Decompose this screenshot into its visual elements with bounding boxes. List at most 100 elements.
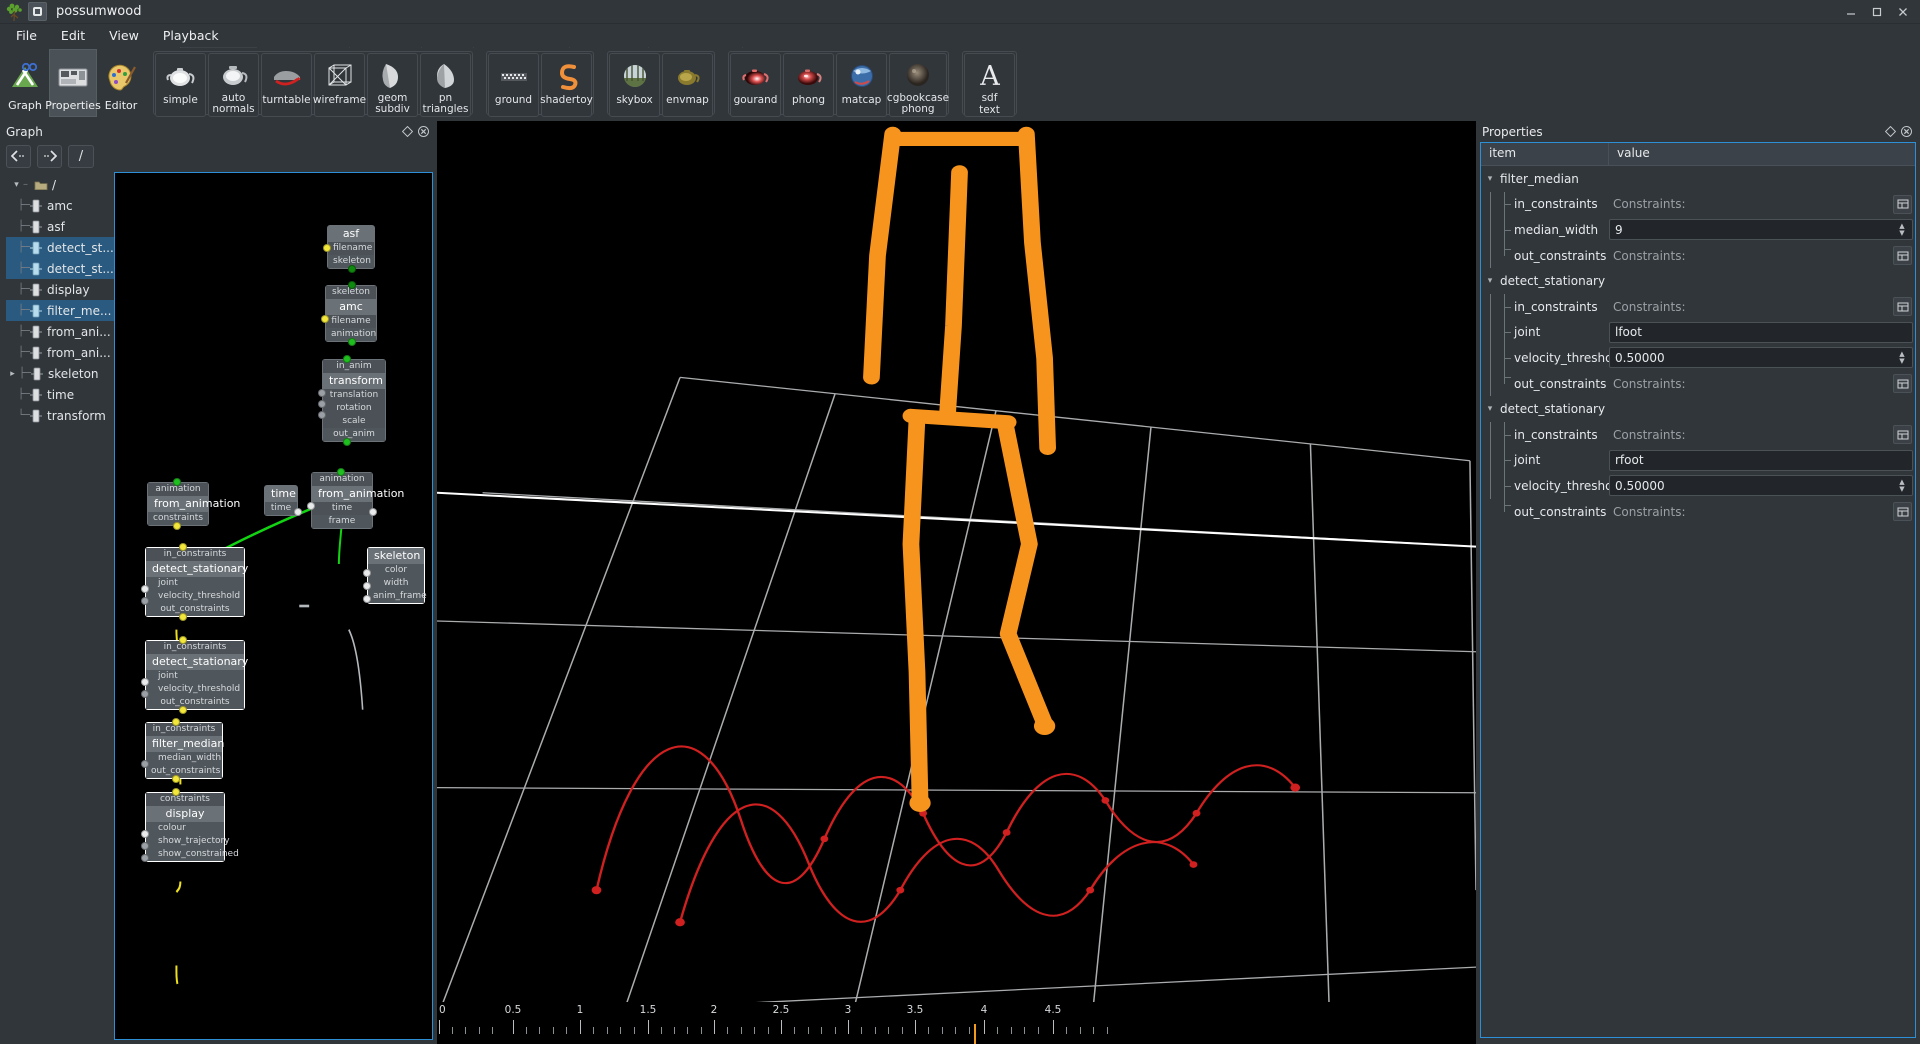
port-rotation-in[interactable] (318, 400, 326, 408)
edit-constraints-button[interactable] (1893, 297, 1912, 317)
graph-node-time[interactable]: time time (264, 485, 302, 516)
tree-item-amc[interactable]: ├─ amc (6, 195, 114, 216)
graph-node-from-animation-2[interactable]: animation from_animation time frame (307, 468, 404, 529)
column-header-item[interactable]: item (1481, 143, 1609, 165)
port-filename-in[interactable] (323, 244, 331, 252)
arrow-back-icon[interactable] (6, 144, 31, 168)
prop-joint-input[interactable]: rfoot (1609, 449, 1913, 471)
edit-constraints-button[interactable] (1893, 374, 1912, 394)
chevron-down-icon[interactable]: ▾ (1483, 174, 1497, 184)
tree-item-transform[interactable]: └─ transform (6, 405, 114, 426)
tree-root[interactable]: ▾ – / (6, 174, 114, 195)
tool-auto-normals[interactable]: auto normals (208, 53, 259, 117)
3d-viewport[interactable]: 0 0.5 1 1.5 2 2.5 3 3.5 4 4.5 (437, 121, 1476, 1044)
port-animation-out[interactable] (348, 338, 356, 346)
port-velocity-threshold-in[interactable] (141, 690, 149, 698)
mode-button-properties[interactable]: Properties (45, 49, 101, 117)
tree-item-skeleton[interactable]: ▸ ├─ skeleton (6, 363, 114, 384)
graph-port-filename[interactable]: filename (326, 315, 376, 328)
tool-gourand[interactable]: gourand (730, 53, 781, 117)
port-out-constraints[interactable] (179, 706, 187, 714)
tree-item-from-animation-1[interactable]: ├─ from_ani... (6, 321, 114, 342)
tree-item-filter-median[interactable]: ├─ filter_me... (6, 300, 114, 321)
port-out-constraints[interactable] (172, 775, 180, 783)
node-graph-canvas[interactable]: asf filename skeleton skeleton amc filen… (114, 172, 433, 1040)
graph-port-out-constraints[interactable]: out_constraints (146, 765, 222, 778)
chevron-right-icon[interactable]: ▸ (6, 369, 19, 379)
spinner-icon[interactable]: ▲ ▼ (1897, 350, 1907, 365)
graph-node-filter-median[interactable]: in_constraints filter_median median_widt… (141, 718, 224, 783)
graph-node-detect-stationary-2[interactable]: in_constraints detect_stationary joint v… (141, 636, 248, 714)
port-show-trajectory-in[interactable] (141, 842, 149, 850)
timeline-playhead[interactable] (974, 1024, 976, 1044)
spinner-icon[interactable]: ▲ ▼ (1897, 478, 1907, 493)
menu-view[interactable]: View (97, 24, 151, 47)
graph-port-in-constraints[interactable]: in_constraints (146, 548, 244, 561)
port-in-constraints[interactable] (172, 718, 180, 726)
port-time-out[interactable] (294, 508, 302, 516)
prop-velocity-threshold-input[interactable]: 0.50000 ▲ ▼ (1609, 347, 1913, 369)
graph-port-translation[interactable]: translation (323, 389, 385, 402)
spinner-icon[interactable]: ▲ ▼ (1897, 222, 1907, 237)
port-animation-in[interactable] (173, 478, 181, 486)
graph-port-velocity-threshold[interactable]: velocity_threshold (146, 590, 244, 603)
tool-phong[interactable]: phong (783, 53, 834, 117)
tool-geom-subdiv[interactable]: geom subdiv (367, 53, 418, 117)
graph-port-show-trajectory[interactable]: show_trajectory (146, 835, 230, 848)
graph-port-median-width[interactable]: median_width (146, 752, 222, 765)
graph-port-rotation[interactable]: rotation (323, 402, 385, 415)
tool-pn-triangles[interactable]: pn triangles (420, 53, 471, 117)
tool-turntable[interactable]: turntable (261, 53, 312, 117)
tool-matcap[interactable]: matcap (836, 53, 887, 117)
tool-sdf-text[interactable]: A sdf text (964, 53, 1015, 117)
port-constraints-in[interactable] (172, 788, 180, 796)
port-velocity-threshold-in[interactable] (141, 597, 149, 605)
tool-simple[interactable]: simple (155, 53, 206, 117)
close-dock-icon[interactable] (1898, 124, 1914, 140)
port-color-in[interactable] (363, 569, 371, 577)
graph-port-in-anim[interactable]: in_anim (323, 360, 385, 373)
graph-port-out-constraints[interactable]: out_constraints (146, 696, 244, 709)
graph-path-button[interactable]: / (68, 144, 94, 168)
graph-port-filename[interactable]: filename (328, 242, 374, 255)
tool-cgbookcase-phong[interactable]: cgbookcase phong (887, 53, 949, 117)
menu-edit[interactable]: Edit (49, 24, 97, 47)
graph-port-joint[interactable]: joint (146, 670, 244, 683)
graph-port-out-constraints[interactable]: out_constraints (146, 603, 244, 616)
graph-port-time[interactable]: time (265, 502, 297, 515)
close-dock-icon[interactable] (415, 124, 431, 140)
port-in-constraints[interactable] (179, 636, 187, 644)
tree-item-asf[interactable]: ├─ asf (6, 216, 114, 237)
graph-node-skeleton[interactable]: skeleton color width anim_frame (363, 547, 427, 604)
graph-port-out-anim[interactable]: out_anim (323, 428, 385, 441)
edit-constraints-button[interactable] (1893, 246, 1912, 266)
port-filename-in[interactable] (321, 315, 329, 323)
tool-shadertoy[interactable]: shadertoy (540, 53, 593, 117)
tool-skybox[interactable]: skybox (609, 53, 660, 117)
prop-median-width-input[interactable]: 9 ▲ ▼ (1609, 219, 1913, 241)
float-dock-icon[interactable] (1882, 124, 1898, 140)
tree-item-display[interactable]: ├─ display (6, 279, 114, 300)
port-skeleton-in[interactable] (348, 281, 356, 289)
arrow-forward-icon[interactable] (37, 144, 62, 168)
graph-port-time[interactable]: time (312, 502, 372, 515)
port-out-anim[interactable] (343, 438, 351, 446)
menu-file[interactable]: File (4, 24, 49, 47)
port-anim-frame-in[interactable] (363, 595, 371, 603)
tree-item-time[interactable]: ├─ time (6, 384, 114, 405)
tree-item-detect-stationary-1[interactable]: ├─ detect_st... (6, 237, 114, 258)
port-out-constraints[interactable] (179, 613, 187, 621)
port-frame-out[interactable] (369, 508, 377, 516)
graph-port-colour[interactable]: colour (146, 822, 224, 835)
close-button[interactable] (1890, 1, 1916, 23)
port-translation-in[interactable] (318, 389, 326, 397)
chevron-down-icon[interactable]: ▾ (1483, 276, 1497, 286)
port-median-width-in[interactable] (141, 760, 149, 768)
port-time-in[interactable] (307, 502, 315, 510)
port-constraints-out[interactable] (173, 522, 181, 530)
column-header-value[interactable]: value (1609, 143, 1915, 165)
graph-port-width[interactable]: width (368, 577, 424, 590)
tool-envmap[interactable]: envmap (662, 53, 713, 117)
timeline[interactable]: 0 0.5 1 1.5 2 2.5 3 3.5 4 4.5 (437, 1002, 1476, 1044)
graph-port-velocity-threshold[interactable]: velocity_threshold (146, 683, 244, 696)
